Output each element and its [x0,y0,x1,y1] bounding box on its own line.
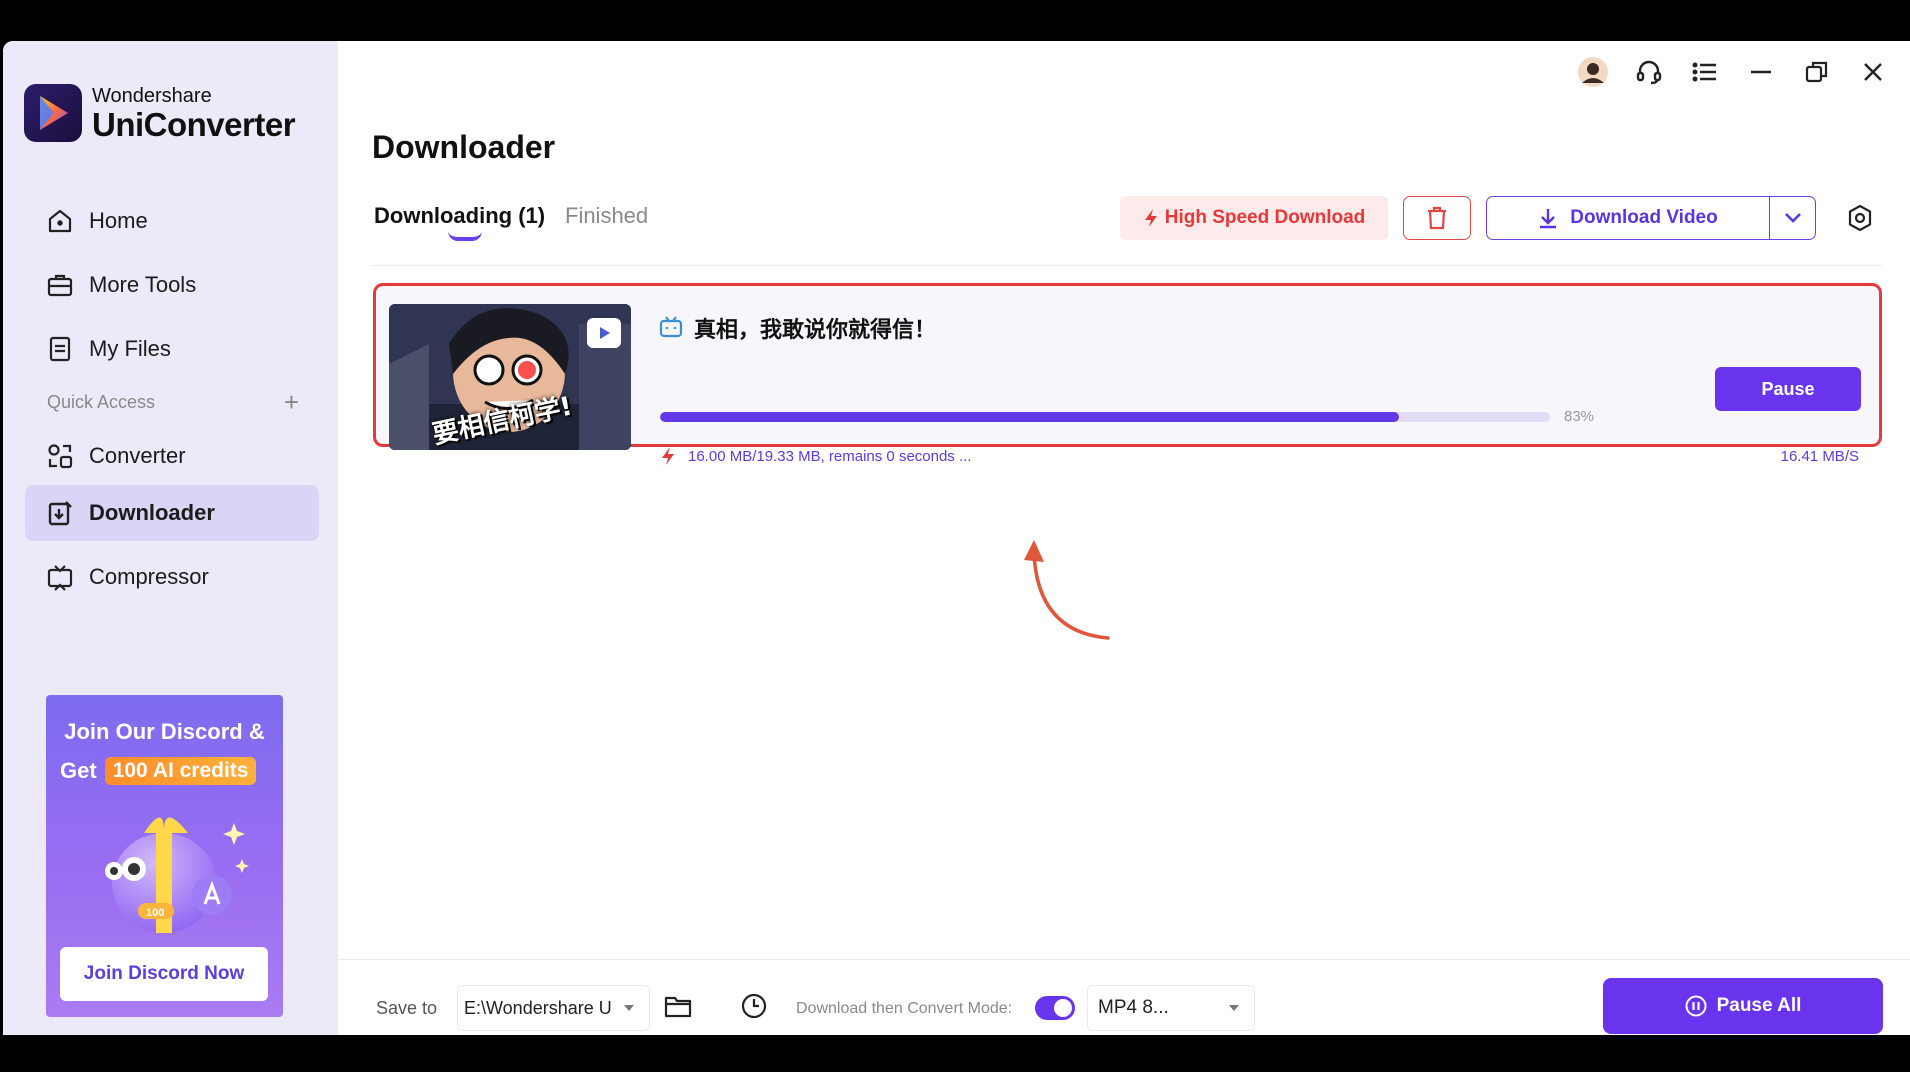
sidebar-item-my-files[interactable]: My Files [25,321,319,377]
logo-product: UniConverter [92,105,296,143]
sidebar-item-label: Converter [89,443,186,468]
promo-subline: Get 100 AI credits [60,757,257,785]
output-format-value: MP4 8... [1098,997,1169,1018]
convert-mode-toggle[interactable] [1035,996,1075,1020]
download-speed: 16.41 MB/S [1780,448,1859,465]
caret-down-icon [624,1005,634,1011]
high-speed-download-label: High Speed Download [1164,207,1366,228]
sidebar-item-downloader[interactable]: Downloader [25,485,319,541]
minimize-icon[interactable] [1744,55,1778,89]
sidebar-item-label: My Files [89,336,171,361]
gift-mascot-icon: 100 [84,803,254,948]
promo-headline: Join Our Discord & [64,719,265,744]
sidebar-item-converter[interactable]: Converter [25,428,319,484]
lightning-icon [1144,209,1157,227]
app-logo: Wondershare UniConverter [24,84,296,143]
sidebar-item-compressor[interactable]: Compressor [25,549,319,605]
lightning-icon [662,447,674,465]
account-avatar-icon[interactable] [1576,55,1610,89]
download-title: 真相，我敢说你就得信！ [694,318,937,343]
close-icon[interactable] [1856,55,1890,89]
save-path-value: E:\Wondershare U [464,997,612,1018]
support-headset-icon[interactable] [1632,55,1666,89]
uniconverter-logo-icon [24,84,82,142]
pause-all-label: Pause All [1716,995,1802,1016]
annotation-arrow [998,536,1138,651]
download-icon [1540,209,1557,229]
download-progress-percent: 83% [1564,408,1595,425]
gear-icon [1848,204,1872,232]
active-tab-indicator [448,231,482,241]
promo-subline-prefix: Get [60,758,97,783]
compressor-icon [45,562,75,592]
tab-downloading[interactable]: Downloading (1) [374,203,545,229]
sidebar-item-label: Compressor [89,564,209,589]
download-task-card[interactable]: 要相信柯学! 真相，我敢说你就得信！ 83% Pause 16.00 MB/19… [373,283,1882,465]
quick-access-label: Quick Access [47,391,156,412]
letterbox-top [0,0,1910,41]
header-divider [372,265,1882,266]
letterbox-bottom [0,1035,1910,1072]
restore-window-icon[interactable] [1800,55,1834,89]
sidebar-item-label: Home [89,208,148,233]
menu-list-icon[interactable] [1688,55,1722,89]
download-progress-bar [660,412,1550,422]
file-icon [45,334,75,364]
high-speed-download-button[interactable]: High Speed Download [1120,196,1388,240]
video-play-icon [587,318,621,348]
home-icon [45,206,75,236]
downloader-icon [45,498,75,528]
save-to-label: Save to [376,998,438,1018]
page-title: Downloader [372,129,556,165]
download-video-button[interactable]: Download Video [1486,196,1816,240]
titlebar-controls [1576,55,1890,89]
output-format-select[interactable]: MP4 8... [1087,985,1255,1031]
sidebar-item-label: More Tools [89,272,197,297]
settings-button[interactable] [1843,201,1877,235]
pause-all-button[interactable]: Pause All [1603,978,1883,1034]
quick-access-header: Quick Access + [47,389,299,415]
bilibili-icon [659,316,683,343]
download-status: 16.00 MB/19.33 MB, remains 0 seconds ... [660,446,971,466]
delete-button[interactable] [1403,196,1471,240]
schedule-clock-icon[interactable] [740,992,768,1025]
sidebar: Wondershare UniConverter Home More Tools… [3,41,338,1035]
trash-icon [1428,206,1446,230]
promo-credits-badge: 100 AI credits [104,757,257,785]
main-panel: Downloader Downloading (1) Finished High… [338,41,1910,1035]
logo-brand: Wondershare [92,84,212,107]
open-folder-icon[interactable] [664,993,692,1024]
sidebar-item-more-tools[interactable]: More Tools [25,257,319,313]
save-path-select[interactable]: E:\Wondershare U [457,985,650,1031]
convert-mode-label: Download then Convert Mode: [796,1000,1013,1017]
sidebar-item-home[interactable]: Home [25,193,319,249]
pause-button[interactable]: Pause [1715,367,1861,411]
add-quick-access-button[interactable]: + [284,389,299,415]
app-window: Wondershare UniConverter Home More Tools… [3,41,1910,1035]
pause-circle-icon [1685,995,1707,1017]
caret-down-icon [1229,1005,1239,1011]
download-video-main[interactable]: Download Video [1487,197,1770,239]
download-progress-fill [660,412,1399,422]
download-status-text: 16.00 MB/19.33 MB, remains 0 seconds ... [688,447,972,465]
svg-text:100: 100 [146,907,164,919]
bottom-toolbar: Save to E:\Wondershare U Download then C… [338,959,1910,1035]
tab-finished[interactable]: Finished [565,203,648,229]
chevron-down-icon [1784,213,1801,223]
converter-icon [45,441,75,471]
discord-promo-banner[interactable]: Join Our Discord & Get 100 AI credits 10… [46,695,283,1017]
sidebar-item-label: Downloader [89,500,215,525]
join-discord-button[interactable]: Join Discord Now [60,947,268,1001]
download-options-dropdown[interactable] [1770,197,1815,239]
download-video-label: Download Video [1570,207,1718,228]
video-thumbnail: 要相信柯学! [389,304,631,450]
toolbox-icon [45,270,75,300]
